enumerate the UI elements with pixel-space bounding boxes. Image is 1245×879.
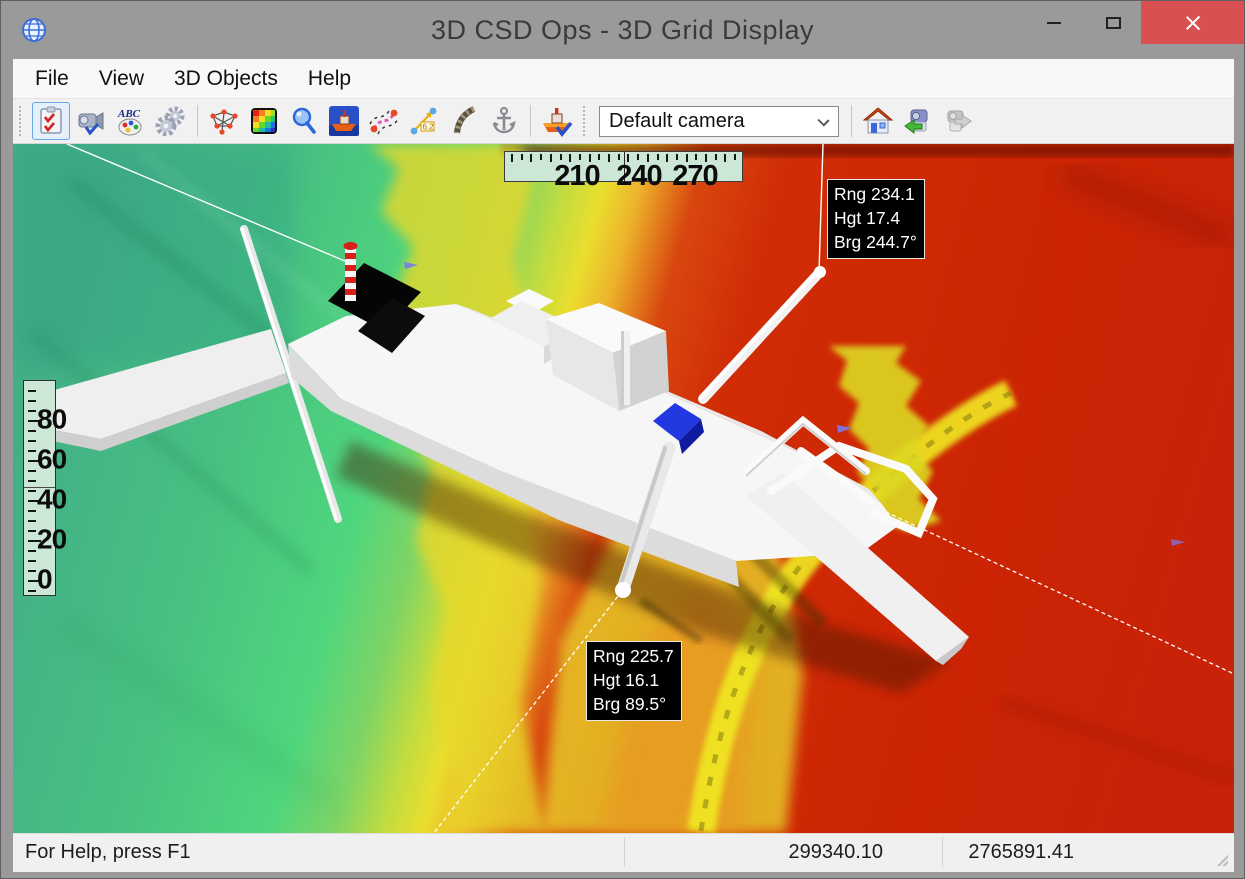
color-grid-icon <box>249 106 279 136</box>
camera-select[interactable]: Default camera <box>599 106 839 137</box>
svg-text:6.2: 6.2 <box>423 123 435 132</box>
range-value: Rng 225.7 <box>593 644 674 668</box>
measurement-box: Rng 225.7 Hgt 16.1 Brg 89.5° <box>586 641 682 721</box>
depth-scale: 80 60 40 20 0 <box>23 380 56 596</box>
rope-button[interactable] <box>445 102 483 140</box>
compass-label: 210 <box>554 160 599 193</box>
dredger-check-icon <box>541 105 573 137</box>
display-options-icon <box>36 106 66 136</box>
toolbar-separator <box>197 105 198 137</box>
scale-label: 80 <box>37 403 66 435</box>
menu-3d-objects[interactable]: 3D Objects <box>172 65 280 93</box>
anchor-icon <box>489 106 519 136</box>
menu-view[interactable]: View <box>97 65 146 93</box>
grid-points-icon <box>208 106 240 136</box>
grid-points-button[interactable] <box>205 102 243 140</box>
scale-label: 60 <box>37 443 66 475</box>
color-grid-button[interactable] <box>245 102 283 140</box>
settings-gears-icon <box>155 106 187 136</box>
title-bar: 3D CSD Ops - 3D Grid Display <box>1 1 1244 59</box>
3d-viewport[interactable]: 210 240 270 80 60 40 20 0 Rng 234.1 Hgt … <box>13 144 1234 833</box>
bearing-value: Brg 244.7° <box>834 230 917 254</box>
minimize-button[interactable] <box>1023 1 1085 44</box>
camera-settings-button[interactable] <box>72 102 110 140</box>
scale-label: 40 <box>37 483 66 515</box>
track-line-button[interactable] <box>365 102 403 140</box>
compass-label: 240 <box>616 160 661 193</box>
next-camera-button[interactable] <box>939 102 977 140</box>
toolbar: ABC <box>13 99 1234 144</box>
chevron-down-icon <box>817 114 829 126</box>
compass-label: 270 <box>672 160 717 193</box>
dredger-view-button[interactable] <box>325 102 363 140</box>
zoom-button[interactable] <box>285 102 323 140</box>
home-view-icon <box>862 106 894 136</box>
anchor-button[interactable] <box>485 102 523 140</box>
height-value: Hgt 16.1 <box>593 668 674 692</box>
dredger-check-button[interactable] <box>538 102 576 140</box>
settings-button[interactable] <box>152 102 190 140</box>
range-value: Rng 234.1 <box>834 182 917 206</box>
status-x-coordinate: 299340.10 <box>624 841 883 864</box>
close-button[interactable] <box>1141 1 1245 44</box>
app-window: 3D CSD Ops - 3D Grid Display File View 3… <box>0 0 1245 879</box>
status-help-text: For Help, press F1 <box>25 841 191 864</box>
display-options-button[interactable] <box>32 102 70 140</box>
rope-icon <box>449 106 479 136</box>
bearing-value: Brg 89.5° <box>593 692 674 716</box>
minimize-icon <box>1047 22 1061 24</box>
scale-label: 20 <box>37 523 66 555</box>
striped-mast <box>345 247 356 301</box>
toolbar-separator <box>851 105 852 137</box>
resize-grip-icon[interactable] <box>1214 852 1228 866</box>
window-frame <box>1 872 1244 879</box>
maximize-button[interactable] <box>1085 1 1141 44</box>
compass-ruler: 210 240 270 <box>504 151 743 182</box>
measure-distance-icon: 6.2 <box>408 106 440 136</box>
status-bar: For Help, press F1 299340.10 2765891.41 <box>13 833 1234 872</box>
camera-settings-icon <box>76 106 106 136</box>
zoom-icon <box>289 106 319 136</box>
3d-scene <box>13 144 1234 833</box>
scale-label: 0 <box>37 563 52 595</box>
toolbar-grip[interactable] <box>19 106 23 136</box>
menu-bar: File View 3D Objects Help <box>13 59 1234 99</box>
next-camera-icon <box>942 106 974 136</box>
menu-file[interactable]: File <box>33 65 71 93</box>
toolbar-grip[interactable] <box>583 106 587 136</box>
maximize-icon <box>1106 17 1121 29</box>
prev-camera-button[interactable] <box>899 102 937 140</box>
status-y-coordinate: 2765891.41 <box>942 841 1074 864</box>
labels-icon: ABC <box>115 106 147 136</box>
track-line-icon <box>368 106 400 136</box>
menu-help[interactable]: Help <box>306 65 353 93</box>
close-icon <box>1185 15 1201 31</box>
labels-button[interactable]: ABC <box>112 102 150 140</box>
camera-select-value: Default camera <box>609 110 745 133</box>
measurement-box: Rng 234.1 Hgt 17.4 Brg 244.7° <box>827 179 925 259</box>
measure-distance-button[interactable]: 6.2 <box>405 102 443 140</box>
dredger-view-icon <box>328 105 360 137</box>
home-view-button[interactable] <box>859 102 897 140</box>
height-value: Hgt 17.4 <box>834 206 917 230</box>
svg-text:ABC: ABC <box>117 108 141 120</box>
prev-camera-icon <box>902 106 934 136</box>
toolbar-separator <box>530 105 531 137</box>
